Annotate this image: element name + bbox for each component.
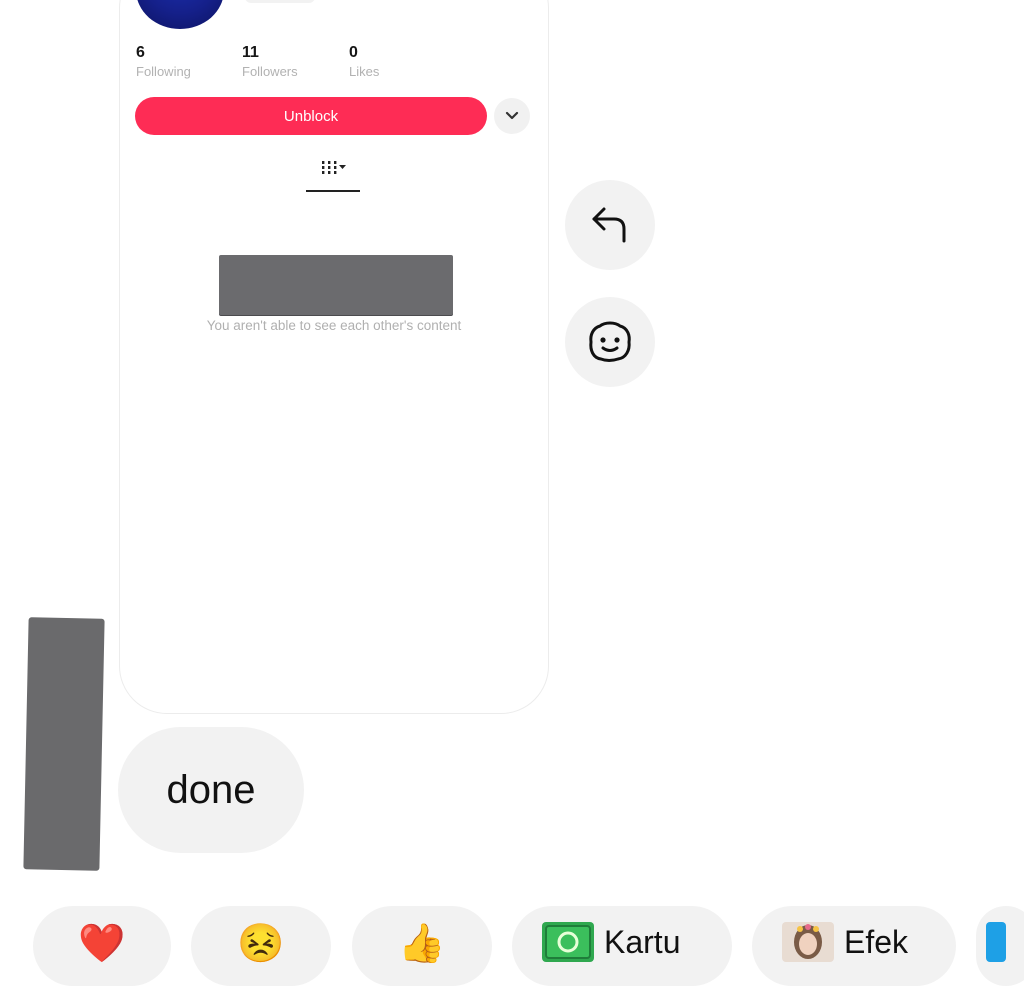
tab-videos-grid[interactable]: [306, 158, 360, 192]
restricted-content-message: You aren't able to see each other's cont…: [206, 318, 462, 333]
quick-reaction-heart[interactable]: ❤️: [33, 906, 171, 986]
quick-reaction-efek[interactable]: Efek: [752, 906, 956, 986]
stat-following-label: Following: [136, 64, 191, 79]
stat-likes: 0 Likes: [349, 44, 379, 79]
quick-reaction-persevere[interactable]: 😣: [191, 906, 331, 986]
stat-followers: 11 Followers: [242, 44, 298, 79]
smiley-face-icon: [589, 321, 631, 362]
profile-avatar: [136, 0, 224, 29]
stat-followers-label: Followers: [242, 64, 298, 79]
shared-profile-card[interactable]: 6 Following 11 Followers 0 Likes Unblock…: [119, 0, 549, 714]
kartu-card-icon: [542, 922, 594, 962]
react-button[interactable]: [565, 297, 655, 387]
profile-name-blurred: [245, 0, 315, 3]
kartu-label: Kartu: [604, 924, 681, 960]
unblock-button[interactable]: Unblock: [135, 97, 487, 135]
efek-label: Efek: [844, 924, 909, 960]
message-text: done: [166, 767, 256, 812]
message-bubble[interactable]: done: [118, 727, 304, 853]
efek-effect-icon: [782, 922, 834, 962]
stat-likes-count: 0: [349, 44, 358, 61]
more-effect-icon: [986, 922, 1006, 962]
stat-following: 6 Following: [136, 44, 191, 79]
redacted-content: [219, 255, 453, 315]
thumbs-up-icon: 👍: [398, 923, 446, 965]
chevron-down-icon: [505, 111, 519, 120]
stat-following-count: 6: [136, 44, 145, 61]
stat-likes-label: Likes: [349, 64, 380, 79]
reply-button[interactable]: [565, 180, 655, 270]
reply-arrow-icon: [592, 207, 626, 243]
stat-followers-count: 11: [242, 44, 259, 61]
persevering-face-icon: 😣: [237, 923, 285, 965]
quick-reaction-more[interactable]: [976, 906, 1024, 986]
grid-filter-icon: [322, 161, 346, 174]
heart-emoji-icon: ❤️: [78, 923, 126, 965]
sender-avatar-redacted: [23, 617, 105, 871]
quick-reaction-kartu[interactable]: Kartu: [512, 906, 732, 986]
quick-reaction-thumbs-up[interactable]: 👍: [352, 906, 492, 986]
profile-options-dropdown[interactable]: [494, 98, 530, 134]
